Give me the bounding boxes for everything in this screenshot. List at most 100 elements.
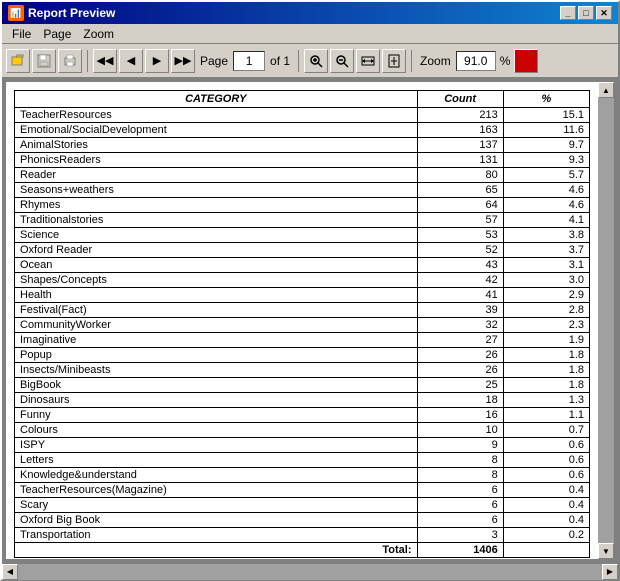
fit-page-button[interactable]	[382, 49, 406, 73]
cell-count: 41	[417, 288, 503, 303]
cell-count: 6	[417, 483, 503, 498]
cell-category: Health	[15, 288, 418, 303]
cell-pct: 3.8	[503, 228, 589, 243]
table-row: Festival(Fact) 39 2.8	[15, 303, 590, 318]
cell-pct: 9.3	[503, 153, 589, 168]
window: 📊 Report Preview _ □ ✕ File Page Zoom ◀◀…	[0, 0, 620, 581]
zoom-pct: %	[498, 54, 513, 68]
table-row: CommunityWorker 32 2.3	[15, 318, 590, 333]
close-button[interactable]: ✕	[596, 6, 612, 20]
cell-category: Oxford Big Book	[15, 513, 418, 528]
print-button[interactable]	[58, 49, 82, 73]
menu-zoom[interactable]: Zoom	[77, 26, 120, 42]
table-row: Emotional/SocialDevelopment 163 11.6	[15, 123, 590, 138]
scroll-track-h[interactable]	[18, 564, 602, 580]
last-page-button[interactable]: ▶▶	[171, 49, 195, 73]
cell-pct: 0.4	[503, 483, 589, 498]
table-row: Seasons+weathers 65 4.6	[15, 183, 590, 198]
table-row: PhonicsReaders 131 9.3	[15, 153, 590, 168]
horizontal-scrollbar[interactable]: ◀ ▶	[2, 563, 618, 579]
menu-page[interactable]: Page	[37, 26, 77, 42]
cell-category: Festival(Fact)	[15, 303, 418, 318]
separator-1	[87, 50, 88, 72]
cell-count: 25	[417, 378, 503, 393]
zoom-input[interactable]	[456, 51, 496, 71]
cell-category: Traditionalstories	[15, 213, 418, 228]
title-bar: 📊 Report Preview _ □ ✕	[2, 2, 618, 24]
vertical-scrollbar[interactable]: ▲ ▼	[598, 82, 614, 559]
table-row: AnimalStories 137 9.7	[15, 138, 590, 153]
total-label: Total:	[15, 543, 418, 558]
cell-category: BigBook	[15, 378, 418, 393]
save-button[interactable]	[32, 49, 56, 73]
cell-count: 163	[417, 123, 503, 138]
cell-count: 213	[417, 108, 503, 123]
next-page-button[interactable]: ▶	[145, 49, 169, 73]
cell-count: 16	[417, 408, 503, 423]
cell-category: ISPY	[15, 438, 418, 453]
zoom-in-button[interactable]	[304, 49, 328, 73]
cell-count: 65	[417, 183, 503, 198]
prev-page-button[interactable]: ◀	[119, 49, 143, 73]
scroll-down-button[interactable]: ▼	[598, 543, 614, 559]
cell-pct: 9.7	[503, 138, 589, 153]
cell-pct: 15.1	[503, 108, 589, 123]
table-row: Popup 26 1.8	[15, 348, 590, 363]
cell-pct: 0.6	[503, 453, 589, 468]
report-table: CATEGORY Count % TeacherResources 213 15…	[14, 90, 590, 558]
scroll-right-button[interactable]: ▶	[602, 564, 618, 580]
menu-file[interactable]: File	[6, 26, 37, 42]
scroll-left-button[interactable]: ◀	[2, 564, 18, 580]
maximize-button[interactable]: □	[578, 6, 594, 20]
page-input[interactable]	[233, 51, 265, 71]
cell-count: 27	[417, 333, 503, 348]
cell-count: 80	[417, 168, 503, 183]
zoom-label: Zoom	[417, 54, 454, 68]
cell-pct: 2.8	[503, 303, 589, 318]
cell-pct: 4.1	[503, 213, 589, 228]
scroll-up-button[interactable]: ▲	[598, 82, 614, 98]
cell-pct: 3.0	[503, 273, 589, 288]
table-row: Insects/Minibeasts 26 1.8	[15, 363, 590, 378]
cell-category: Funny	[15, 408, 418, 423]
cell-pct: 3.7	[503, 243, 589, 258]
cell-pct: 0.4	[503, 513, 589, 528]
open-button[interactable]	[6, 49, 30, 73]
zoom-out-button[interactable]	[330, 49, 354, 73]
cell-pct: 1.3	[503, 393, 589, 408]
cell-category: Emotional/SocialDevelopment	[15, 123, 418, 138]
cell-category: Transportation	[15, 528, 418, 543]
cell-pct: 0.6	[503, 468, 589, 483]
table-row: Science 53 3.8	[15, 228, 590, 243]
total-pct	[503, 543, 589, 558]
cell-category: Imaginative	[15, 333, 418, 348]
menu-bar: File Page Zoom	[2, 24, 618, 44]
stop-button[interactable]	[514, 49, 538, 73]
cell-count: 9	[417, 438, 503, 453]
cell-pct: 0.7	[503, 423, 589, 438]
cell-category: Oxford Reader	[15, 243, 418, 258]
cell-count: 42	[417, 273, 503, 288]
fit-width-button[interactable]	[356, 49, 380, 73]
cell-pct: 1.9	[503, 333, 589, 348]
page-area: CATEGORY Count % TeacherResources 213 15…	[6, 82, 598, 559]
cell-pct: 11.6	[503, 123, 589, 138]
cell-count: 57	[417, 213, 503, 228]
cell-count: 26	[417, 348, 503, 363]
cell-category: Seasons+weathers	[15, 183, 418, 198]
cell-pct: 2.3	[503, 318, 589, 333]
cell-count: 137	[417, 138, 503, 153]
cell-pct: 1.8	[503, 348, 589, 363]
table-row: Oxford Reader 52 3.7	[15, 243, 590, 258]
table-row: TeacherResources 213 15.1	[15, 108, 590, 123]
cell-pct: 4.6	[503, 183, 589, 198]
cell-category: Scary	[15, 498, 418, 513]
cell-pct: 1.8	[503, 363, 589, 378]
cell-category: Letters	[15, 453, 418, 468]
scroll-track-v[interactable]	[598, 98, 614, 543]
total-count: 1406	[417, 543, 503, 558]
table-row: Reader 80 5.7	[15, 168, 590, 183]
minimize-button[interactable]: _	[560, 6, 576, 20]
first-page-button[interactable]: ◀◀	[93, 49, 117, 73]
cell-category: Reader	[15, 168, 418, 183]
